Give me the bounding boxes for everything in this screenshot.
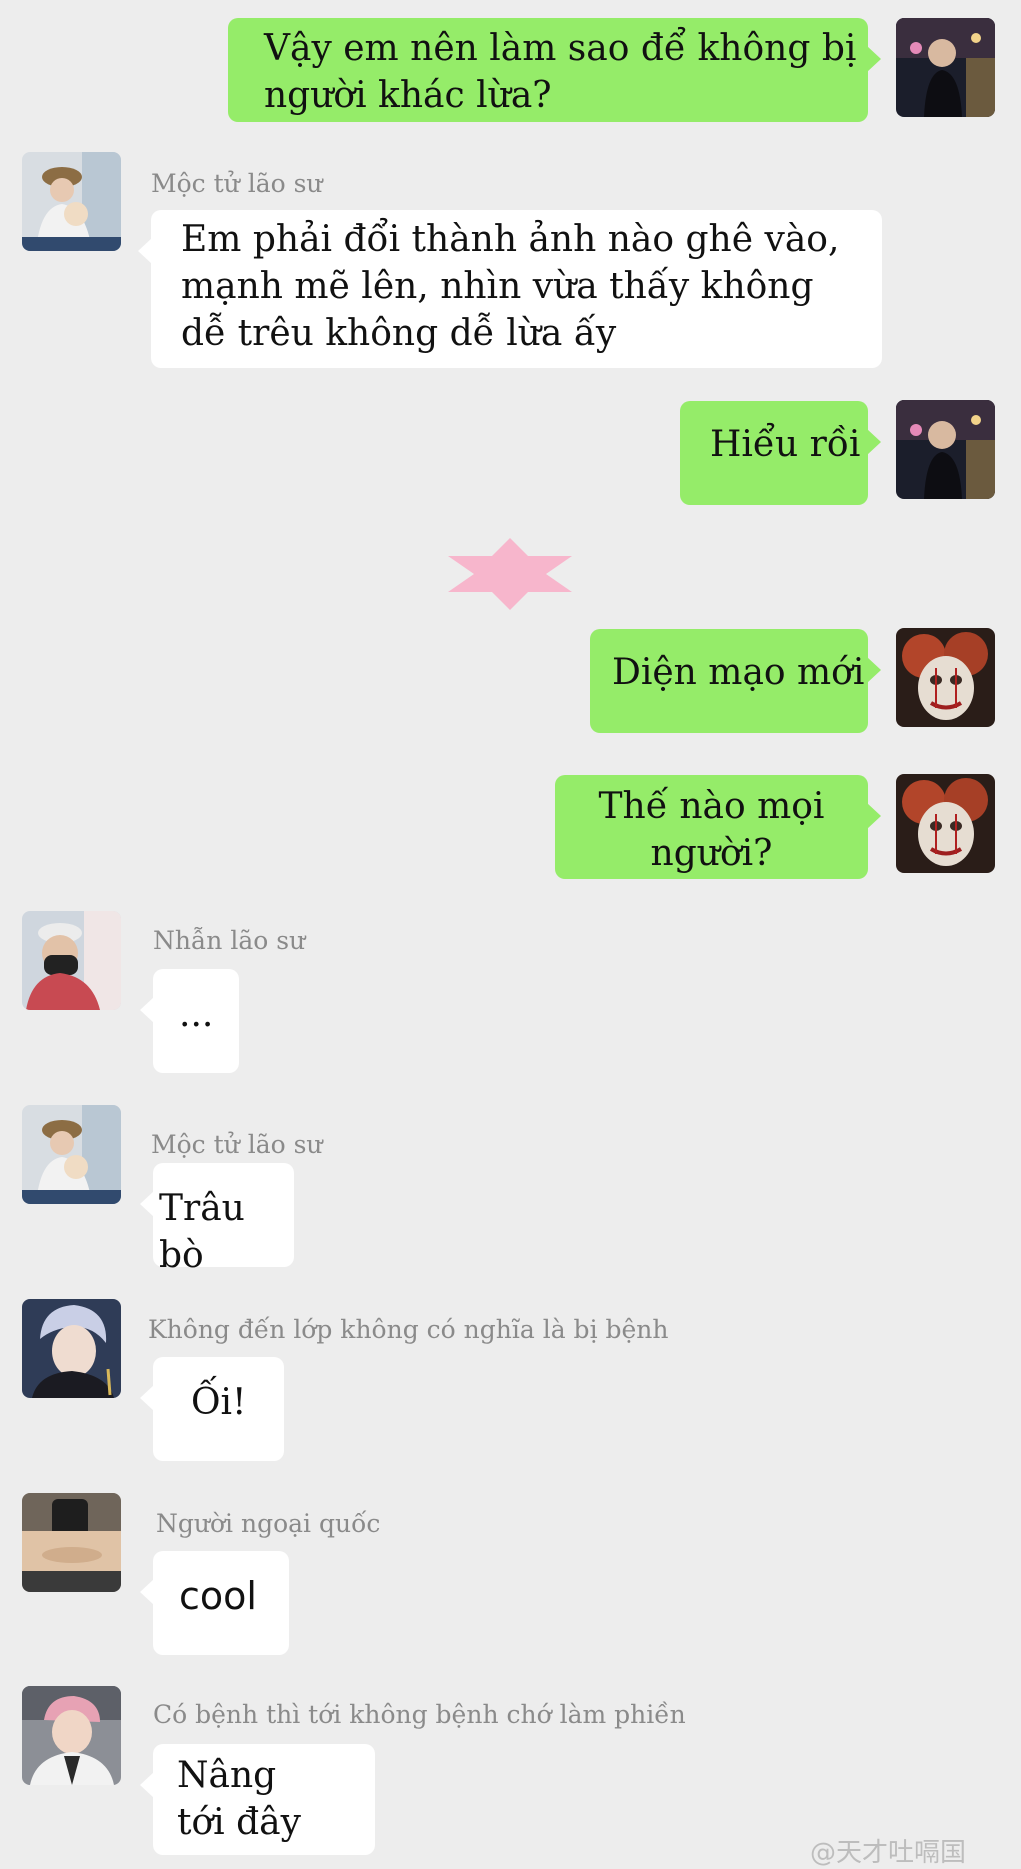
message-text: Nâng tới đây [177,1755,301,1843]
sender-name: Mộc tử lão sư [151,1130,323,1159]
message-bubble[interactable]: Nâng tới đây [140,1744,375,1855]
message-text: Em phải đổi thành ảnh nào ghê vào, mạnh … [181,219,840,354]
message-bubble[interactable]: Ối! [140,1357,284,1461]
user-avatar[interactable] [896,628,995,727]
message-bubble[interactable]: Vậy em nên làm sao để không bị người khá… [228,18,881,122]
sender-name: Mộc tử lão sư [151,169,323,198]
contact-avatar[interactable] [22,1105,121,1204]
message-text: Hiểu rồi [710,424,861,465]
sender-name: Nhẫn lão sư [153,926,306,955]
user-avatar[interactable] [896,18,995,117]
message-text: cool [179,1574,257,1618]
watermark: @天才吐嗝国 [810,1838,967,1868]
message-text: ... [179,994,214,1035]
message-bubble[interactable]: Thế nào mọi người? [555,775,881,879]
contact-avatar[interactable] [22,1686,121,1785]
contact-avatar[interactable] [22,911,121,1010]
message-bubble[interactable]: cool [140,1551,289,1655]
sender-name: Có bệnh thì tới không bệnh chớ làm phiền [153,1700,686,1729]
contact-avatar[interactable] [22,1299,121,1398]
message-text: Diện mạo mới [612,652,865,693]
contact-avatar[interactable] [22,152,121,251]
message-bubble[interactable]: Diện mạo mới [590,629,881,733]
message-text: Thế nào mọi người? [598,786,825,874]
user-avatar[interactable] [896,400,995,499]
message-bubble[interactable]: Trâu bò [140,1163,294,1276]
sender-name: Người ngoại quốc [156,1509,381,1538]
message-text: Trâu bò [159,1188,245,1276]
message-bubble[interactable]: Hiểu rồi [680,401,881,505]
message-bubble[interactable]: ... [140,969,239,1073]
pink-star-icon [448,538,572,614]
user-avatar[interactable] [896,774,995,873]
contact-avatar[interactable] [22,1493,121,1592]
message-bubble[interactable]: Em phải đổi thành ảnh nào ghê vào, mạnh … [138,210,882,368]
message-text: Ối! [191,1382,247,1423]
message-text: Vậy em nên làm sao để không bị người khá… [264,28,857,116]
sender-name: Không đến lớp không có nghĩa là bị bệnh [148,1315,669,1344]
